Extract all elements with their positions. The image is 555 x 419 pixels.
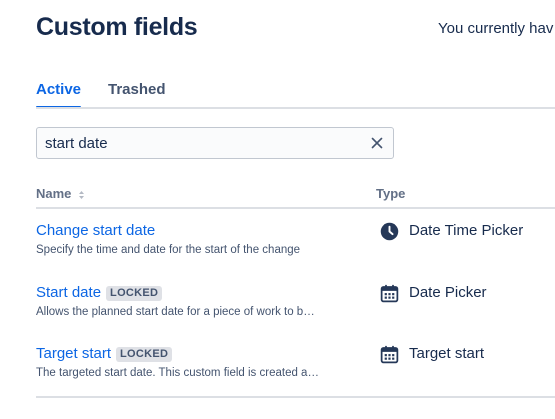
page-title: Custom fields [36, 13, 198, 41]
field-name-link[interactable]: Target start [36, 345, 111, 362]
calendar-icon [380, 345, 399, 364]
tab-active[interactable]: Active [36, 80, 82, 108]
field-description: The targeted start date. This custom fie… [36, 367, 319, 379]
locked-badge: LOCKED [106, 286, 163, 301]
column-header-name-label: Name [36, 186, 72, 201]
field-type-label: Date Time Picker [409, 222, 524, 239]
tabs-divider [36, 107, 555, 109]
field-title: Start date LOCKED [36, 284, 163, 301]
search-field [36, 127, 394, 159]
field-description: Allows the planned start date for a piec… [36, 306, 315, 318]
sort-icon [79, 190, 85, 199]
field-description: Specify the time and date for the start … [36, 244, 301, 256]
field-title: Target start LOCKED [36, 345, 173, 362]
field-name-link[interactable]: Change start date [36, 222, 155, 239]
locked-badge: LOCKED [116, 347, 173, 362]
clock-icon [380, 222, 399, 241]
header-note: You currently hav [438, 20, 554, 37]
custom-fields-page: Custom fields You currently hav Active T… [0, 0, 555, 419]
close-icon [371, 137, 383, 149]
table-bottom-divider [36, 396, 555, 398]
field-type-label: Target start [409, 345, 485, 362]
tab-trashed[interactable]: Trashed [108, 80, 166, 108]
column-header-type: Type [376, 186, 406, 201]
field-name-link[interactable]: Start date [36, 284, 101, 301]
clear-search-button[interactable] [367, 133, 387, 153]
column-header-name[interactable]: Name [36, 186, 85, 201]
search-input[interactable] [45, 133, 355, 153]
header-divider [36, 207, 555, 209]
field-type-label: Date Picker [409, 284, 487, 301]
calendar-icon [380, 284, 399, 303]
table-row: Start date LOCKED Allows the planned star… [36, 284, 555, 344]
field-title: Change start date [36, 222, 155, 239]
table-row: Change start date Specify the time and d… [36, 222, 555, 282]
